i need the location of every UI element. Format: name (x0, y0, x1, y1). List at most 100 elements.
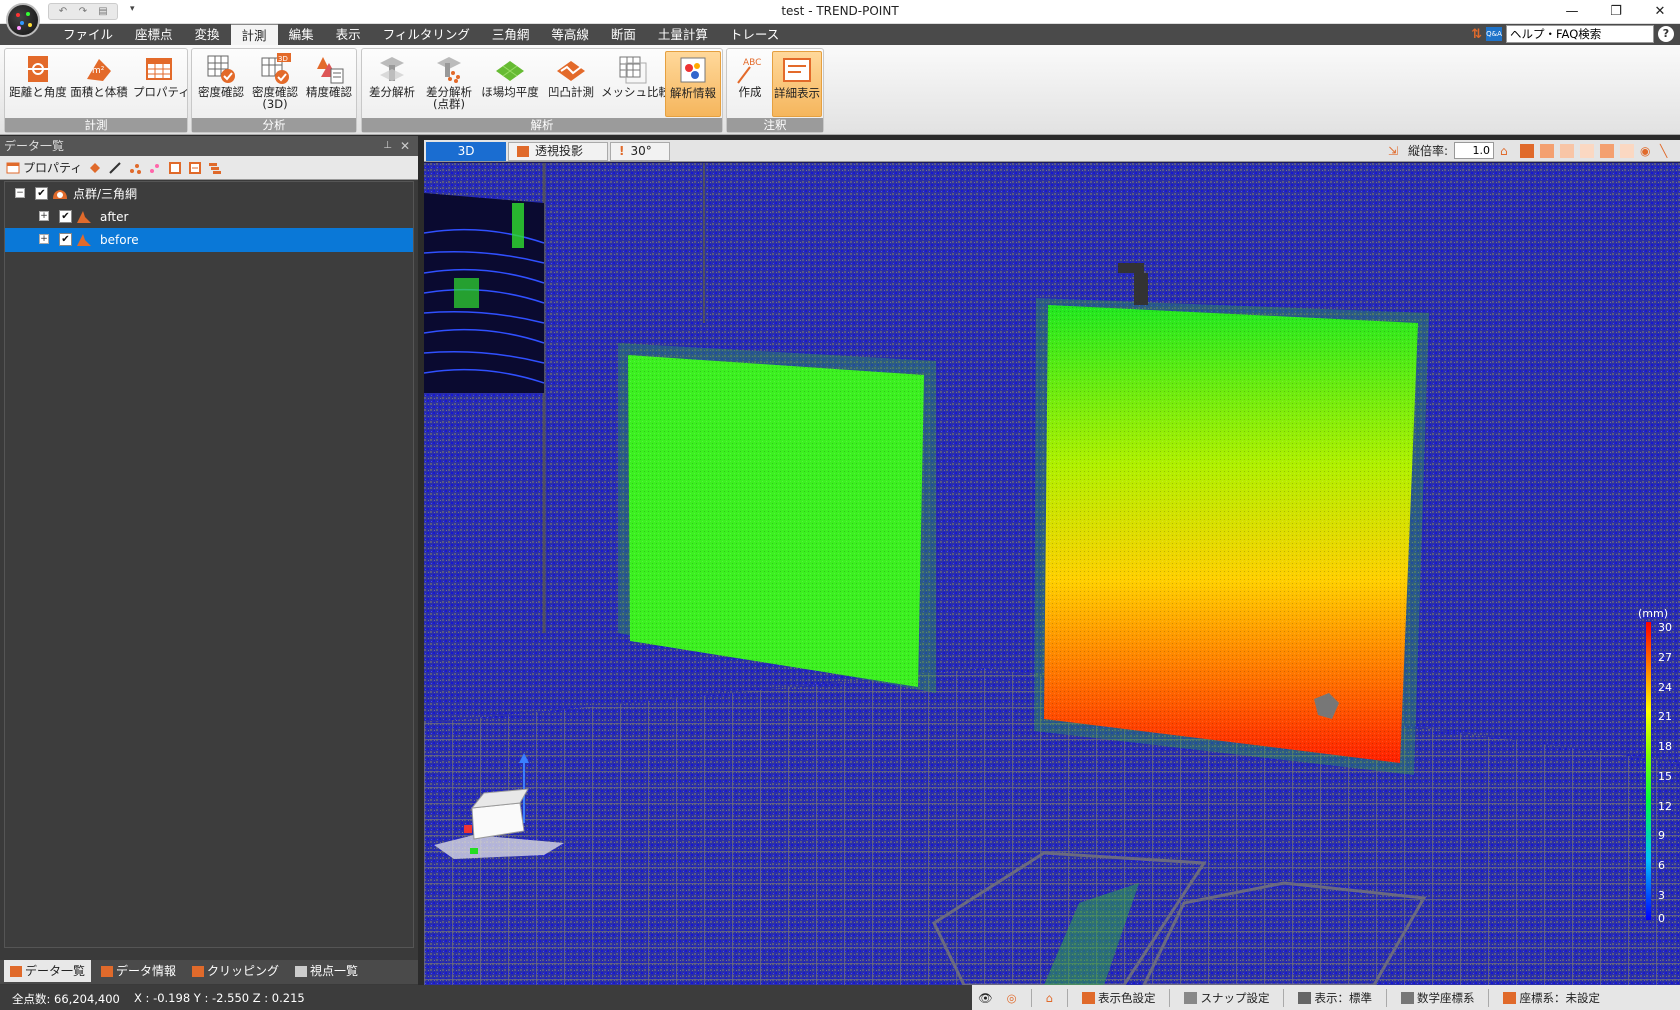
tab-transform[interactable]: 変換 (184, 24, 231, 45)
properties-button[interactable]: プロパティ (133, 51, 190, 117)
view-right-icon[interactable] (1600, 143, 1614, 158)
properties-tool-button[interactable]: プロパティ (6, 159, 82, 176)
tab-earthwork[interactable]: 土量計算 (647, 24, 719, 45)
cursor-coordinates: X : -0.198 Y : -2.550 Z : 0.215 (134, 991, 305, 1005)
pointcloud-icon (77, 211, 91, 223)
vertical-scale-input[interactable] (1454, 142, 1494, 159)
tab-view[interactable]: 表示 (325, 24, 372, 45)
mesh-compare-button[interactable]: メッシュ比較 (601, 51, 670, 117)
tab-file[interactable]: ファイル (52, 24, 124, 45)
ribbon-group-label: 分析 (192, 118, 356, 132)
field-flatness-button[interactable]: ほ場均平度 (479, 51, 541, 117)
distance-angle-button[interactable]: 距離と角度 (9, 51, 67, 117)
layer-remove-icon[interactable] (188, 161, 202, 175)
close-button[interactable]: ✕ (1648, 2, 1672, 22)
title-bar: ↶ ↷ ▤ ▾ test - TREND-POINT — ❐ ✕ (0, 0, 1680, 24)
sort-arrows-icon[interactable]: ⇅ (1471, 27, 1482, 42)
projection-toggle[interactable]: 透視投影 (508, 142, 608, 161)
diff-analysis-button[interactable]: 差分解析 (365, 51, 419, 117)
cube-icon (517, 146, 529, 157)
tab-data-list[interactable]: データ一覧 (4, 960, 92, 982)
tab-trace[interactable]: トレース (719, 24, 790, 45)
tab-measure[interactable]: 計測 (230, 24, 278, 45)
tab-coordinates[interactable]: 座標点 (124, 24, 184, 45)
data-tree: − ✔ 点群/三角網 + ✔ after + ✔ before (4, 181, 414, 948)
tab-viewpoints[interactable]: 視点一覧 (289, 960, 364, 982)
tab-data-info[interactable]: データ情報 (95, 960, 182, 982)
tab-clipping[interactable]: クリッピング (186, 960, 285, 982)
coordinate-system-button[interactable]: 座標系：未設定 (1503, 990, 1600, 1006)
ribbon-group-measure: 距離と角度 m² 面積と体積 プロパティ 計測 (4, 48, 190, 133)
3d-viewport[interactable]: 3D 透視投影 !30° ⇲ 縦倍率: ⌂ ◉ ╲ (424, 140, 1680, 985)
tab-contour[interactable]: 等高線 (540, 24, 600, 45)
status-bar: 全点数: 66,204,400 X : -0.198 Y : -2.550 Z … (0, 985, 1680, 1010)
expand-icon[interactable]: + (39, 234, 49, 244)
help-search-input[interactable] (1506, 25, 1654, 43)
diff-analysis-icon (376, 53, 408, 85)
create-annotation-button[interactable]: ABC 作成 (730, 51, 770, 117)
svg-text:ABC: ABC (743, 58, 761, 68)
points-icon[interactable] (128, 161, 142, 175)
help-icon[interactable]: ? (1658, 26, 1674, 42)
collapse-icon[interactable]: − (15, 188, 25, 198)
table-icon (6, 162, 20, 173)
camera-icon[interactable]: ◉ (1640, 144, 1654, 158)
home-icon[interactable]: ⌂ (1500, 144, 1514, 158)
detail-display-button[interactable]: 詳細表示 (772, 51, 822, 117)
area-volume-button[interactable]: m² 面積と体積 (69, 51, 129, 117)
tree-node-after[interactable]: + ✔ after (5, 205, 413, 229)
display-mode-button[interactable]: 表示：標準 (1298, 990, 1372, 1006)
expand-icon[interactable]: + (39, 211, 49, 221)
view-front-icon[interactable] (1540, 143, 1554, 158)
coordinate-system-icon (1400, 991, 1414, 1004)
pin-icon[interactable]: ⊥ (383, 136, 392, 156)
point-cloud-render[interactable] (424, 163, 1680, 985)
checkbox-checked[interactable]: ✔ (59, 233, 72, 246)
tab-edit[interactable]: 編集 (278, 24, 325, 45)
analysis-info-button[interactable]: 解析情報 (665, 51, 721, 117)
ruler-icon[interactable]: ╲ (1660, 144, 1674, 158)
qa-icon[interactable]: Q&A (1486, 27, 1502, 41)
display-color-settings-button[interactable]: 表示色設定 (1081, 990, 1155, 1006)
legend-tick: 12 (1658, 800, 1672, 813)
close-icon[interactable]: ✕ (400, 136, 410, 156)
tree-node-before[interactable]: + ✔ before (5, 228, 413, 252)
restore-button[interactable]: ❐ (1604, 2, 1628, 22)
minimize-button[interactable]: — (1560, 2, 1584, 22)
tab-section[interactable]: 断面 (600, 24, 647, 45)
layer-add-icon[interactable] (168, 161, 182, 175)
fill-color-icon[interactable] (88, 161, 102, 175)
legend-tick: 18 (1658, 740, 1672, 753)
points-delete-icon[interactable] (148, 161, 162, 175)
checkbox-checked[interactable]: ✔ (59, 210, 72, 223)
snap-settings-button[interactable]: スナップ設定 (1184, 990, 1269, 1006)
tree-node-label: before (100, 233, 139, 247)
app-logo-button[interactable] (6, 3, 40, 37)
checkbox-checked[interactable]: ✔ (35, 187, 48, 200)
view-top-icon[interactable] (1520, 143, 1534, 158)
pointcloud-icon (77, 234, 91, 246)
detail-display-icon (781, 54, 813, 86)
unevenness-button[interactable]: 凹凸計測 (543, 51, 599, 117)
svg-text:3D: 3D (278, 55, 288, 63)
tree-node-root[interactable]: − ✔ 点群/三角網 (5, 182, 413, 206)
viewport-toolbar: 3D 透視投影 !30° ⇲ 縦倍率: ⌂ ◉ ╲ (424, 140, 1680, 162)
ribbon-group-label: 解析 (362, 118, 722, 132)
diff-analysis-pointcloud-button[interactable]: 差分解析 (点群) (421, 51, 477, 117)
tab-tin[interactable]: 三角網 (481, 24, 541, 45)
list-icon[interactable] (208, 161, 222, 175)
view-bottom-icon[interactable] (1620, 143, 1634, 158)
light-icon[interactable]: ◎ (1007, 991, 1017, 1005)
view-angle-field[interactable]: ! 30° (610, 142, 670, 161)
view-back-icon[interactable] (1560, 143, 1574, 158)
pen-icon[interactable] (108, 161, 122, 175)
math-coordinate-button[interactable]: 数学座標系 (1400, 990, 1474, 1006)
home-view-icon[interactable]: ⌂ (1046, 991, 1053, 1005)
view-3d-tab[interactable]: 3D (426, 142, 506, 161)
density-check-button[interactable]: 密度確認 (195, 51, 247, 117)
accuracy-check-button[interactable]: 精度確認 (303, 51, 355, 117)
view-left-icon[interactable] (1580, 143, 1594, 158)
tab-filtering[interactable]: フィルタリング (372, 24, 481, 45)
eye-icon[interactable]: 👁 (978, 991, 993, 1005)
density-check-3d-button[interactable]: 3D 密度確認 (3D) (249, 51, 301, 117)
